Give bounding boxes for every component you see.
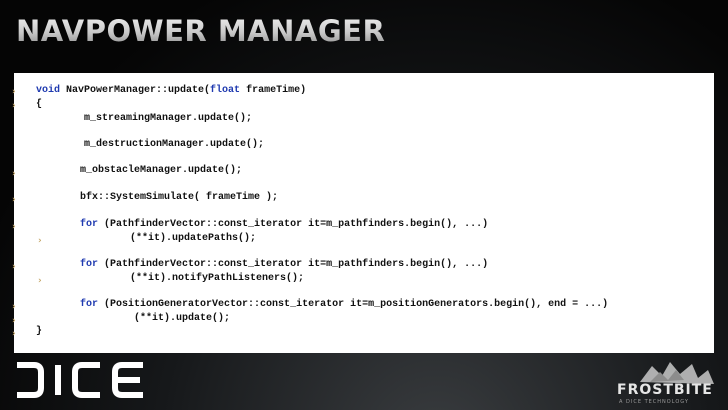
code-line: for (PathfinderVector::const_iterator it… <box>80 219 489 230</box>
bullet-marker: › <box>12 329 16 339</box>
code-line: for (PositionGeneratorVector::const_iter… <box>80 299 609 310</box>
code-line: m_destructionManager.update(); <box>36 139 265 150</box>
bullet-marker: › <box>12 222 16 232</box>
bullet-marker: › <box>38 276 42 286</box>
slide-title: NAVPOWER MANAGER <box>16 14 386 48</box>
bullet-marker: › <box>12 316 16 326</box>
bullet-marker: › <box>12 87 16 97</box>
frostbite-wordmark: FROSTBITE <box>617 382 713 398</box>
code-line: m_obstacleManager.update(); <box>32 165 243 176</box>
code-block: › void NavPowerManager::update(float fra… <box>12 73 714 353</box>
code-line: { <box>36 99 43 110</box>
code-line: m_streamingManager.update(); <box>36 113 253 124</box>
bullet-marker: › <box>38 236 42 246</box>
code-line: (**it).update(); <box>50 313 231 324</box>
code-line: bfx::SystemSimulate( frameTime ); <box>32 192 279 203</box>
frostbite-tagline: A DICE TECHNOLOGY <box>619 399 689 405</box>
code-panel: › void NavPowerManager::update(float fra… <box>12 73 714 353</box>
code-line: } <box>36 326 43 337</box>
bullet-marker: › <box>12 262 16 272</box>
bullet-marker: › <box>12 195 16 205</box>
dice-logo <box>17 362 143 398</box>
code-line: for (PathfinderVector::const_iterator it… <box>80 259 489 270</box>
bullet-marker: › <box>12 302 16 312</box>
bullet-marker: › <box>12 101 16 111</box>
code-line: void NavPowerManager::update(float frame… <box>36 85 307 96</box>
bullet-marker: › <box>12 169 16 179</box>
code-line: (**it).notifyPathListeners(); <box>46 273 305 284</box>
code-line: (**it).updatePaths(); <box>46 233 257 244</box>
